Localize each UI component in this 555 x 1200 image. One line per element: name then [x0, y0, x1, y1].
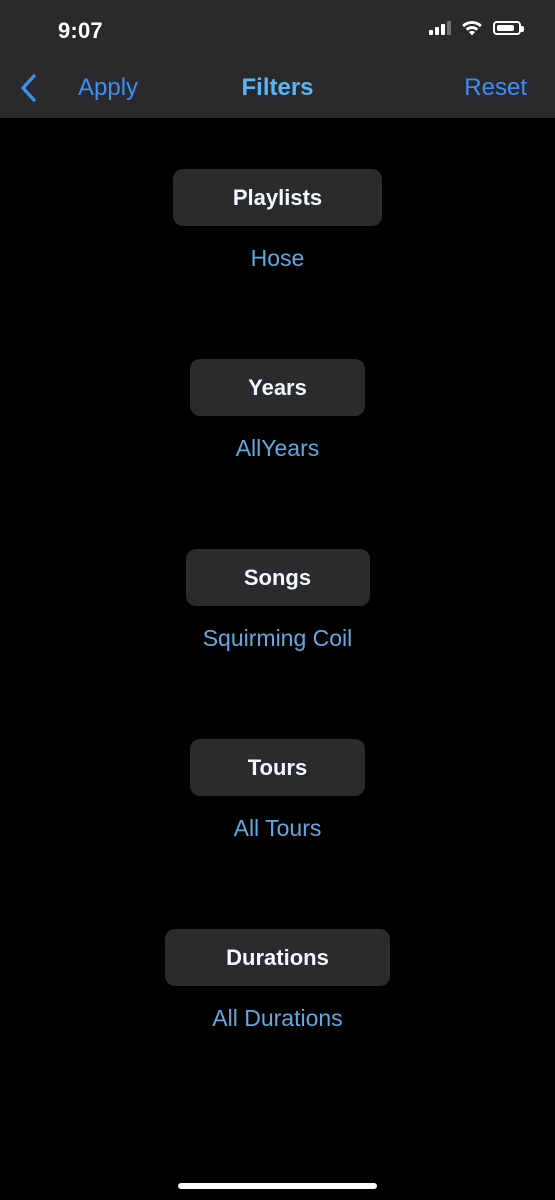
songs-filter-button[interactable]: Songs	[185, 549, 370, 606]
status-time: 9:07	[58, 18, 103, 43]
status-bar: 9:07	[0, 0, 555, 60]
filter-group-playlists: Playlists Hose	[0, 169, 555, 272]
tours-filter-value[interactable]: All Tours	[0, 815, 555, 842]
filters-screen: 9:07 Apply Filters Reset Playlists Hose …	[0, 0, 555, 1200]
durations-filter-button[interactable]: Durations	[165, 929, 390, 986]
battery-icon	[493, 21, 524, 35]
filter-group-durations: Durations All Durations	[0, 929, 555, 1032]
navigation-bar: Apply Filters Reset	[0, 60, 555, 118]
years-filter-button[interactable]: Years	[190, 359, 365, 416]
durations-filter-value[interactable]: All Durations	[0, 1005, 555, 1032]
filter-group-tours: Tours All Tours	[0, 739, 555, 842]
filter-group-years: Years AllYears	[0, 359, 555, 462]
filter-group-songs: Songs Squirming Coil	[0, 549, 555, 652]
reset-button[interactable]: Reset	[464, 74, 527, 102]
tours-filter-button[interactable]: Tours	[190, 739, 365, 796]
playlists-filter-value[interactable]: Hose	[0, 245, 555, 272]
cellular-signal-icon	[429, 21, 451, 35]
wifi-icon	[462, 20, 482, 36]
status-icons	[429, 20, 524, 36]
home-indicator[interactable]	[178, 1183, 377, 1189]
playlists-filter-button[interactable]: Playlists	[173, 169, 382, 226]
top-bar: 9:07 Apply Filters Reset	[0, 0, 555, 118]
songs-filter-value[interactable]: Squirming Coil	[0, 625, 555, 652]
years-filter-value[interactable]: AllYears	[0, 435, 555, 462]
